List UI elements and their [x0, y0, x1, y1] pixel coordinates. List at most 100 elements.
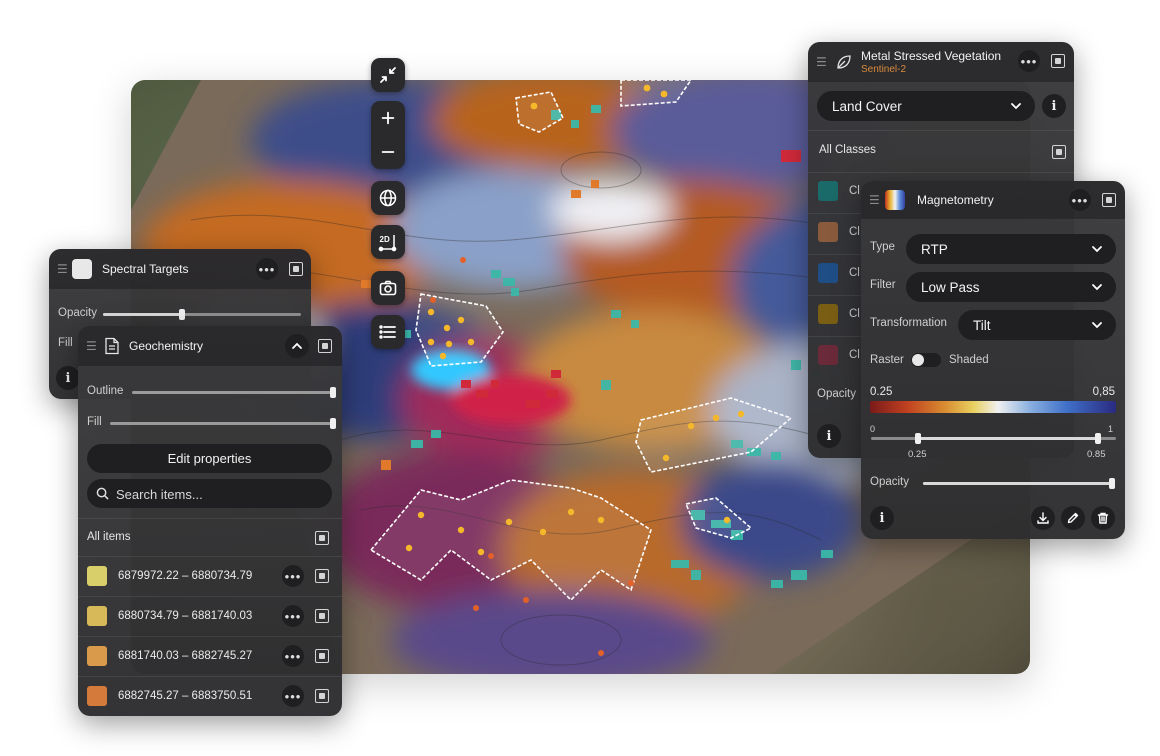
opacity-slider-thumb[interactable]	[1109, 478, 1115, 489]
class-item[interactable]: Cl	[808, 213, 868, 254]
leaf-icon	[837, 55, 851, 69]
land-cover-select[interactable]: Land Cover	[817, 91, 1035, 121]
layers-list-button[interactable]	[371, 315, 405, 349]
transformation-select[interactable]: Tilt	[958, 310, 1116, 340]
colormap-thumbnail	[885, 190, 905, 210]
fill-label: Fill	[58, 337, 73, 349]
panel-title: Magnetometry	[917, 193, 994, 207]
list-icon	[379, 325, 396, 339]
edit-properties-button[interactable]: Edit properties	[87, 444, 332, 473]
info-button[interactable]: i	[1042, 94, 1066, 118]
toggle-thumb	[912, 354, 924, 366]
list-item[interactable]: 6880734.79 – 6881740.03 •••	[78, 596, 342, 636]
class-color-swatch	[818, 181, 838, 201]
select-value: Low Pass	[921, 279, 980, 295]
visibility-checkbox[interactable]	[1102, 193, 1116, 207]
visibility-checkbox[interactable]	[289, 262, 303, 276]
range-slider-high-thumb[interactable]	[1095, 433, 1101, 444]
svg-text:2D: 2D	[380, 235, 390, 244]
search-icon	[96, 487, 109, 500]
class-label: Cl	[849, 308, 860, 320]
delete-button[interactable]	[1091, 506, 1115, 530]
type-select[interactable]: RTP	[906, 234, 1116, 264]
opacity-label: Opacity	[870, 476, 909, 488]
divider	[78, 518, 342, 519]
fill-slider-thumb[interactable]	[330, 418, 336, 429]
item-more-button[interactable]: •••	[282, 605, 304, 627]
item-more-button[interactable]: •••	[282, 645, 304, 667]
layer-thumbnail	[72, 259, 92, 279]
all-items-checkbox[interactable]	[315, 531, 329, 545]
zoom-out-button[interactable]	[371, 135, 405, 169]
download-button[interactable]	[1031, 506, 1055, 530]
type-label: Type	[870, 241, 895, 253]
chevron-down-icon	[1092, 322, 1102, 329]
drag-handle[interactable]: ☰	[816, 55, 832, 69]
panel-subtitle: Sentinel-2	[861, 64, 907, 75]
2d-icon: 2D	[378, 235, 397, 252]
item-checkbox[interactable]	[315, 649, 329, 663]
search-field[interactable]: Search items...	[87, 479, 332, 508]
range-slider-low-thumb[interactable]	[915, 433, 921, 444]
pencil-icon	[1067, 512, 1079, 524]
class-item[interactable]: Cl	[808, 172, 868, 213]
drag-handle[interactable]: ☰	[86, 339, 102, 353]
search-input[interactable]: Search items...	[116, 487, 203, 502]
opacity-slider-fill	[103, 313, 183, 316]
range-slider-fill	[918, 437, 1099, 440]
list-item[interactable]: 6882745.27 – 6883750.51 •••	[78, 676, 342, 716]
class-item[interactable]: Cl	[808, 254, 868, 295]
zoom-in-button[interactable]	[371, 101, 405, 135]
all-classes-label: All Classes	[819, 144, 876, 156]
opacity-label: Opacity	[58, 307, 97, 319]
info-button[interactable]: i	[56, 366, 80, 390]
fill-label: Fill	[87, 416, 102, 428]
opacity-slider-thumb[interactable]	[179, 309, 186, 320]
class-label: Cl	[849, 185, 860, 197]
info-button[interactable]: i	[870, 506, 894, 530]
select-value: RTP	[921, 241, 948, 257]
item-checkbox[interactable]	[315, 609, 329, 623]
panel-title: Metal Stressed Vegetation	[861, 49, 1002, 63]
edit-button[interactable]	[1061, 506, 1085, 530]
range-min-label: 0.25	[870, 386, 893, 398]
list-item[interactable]: 6881740.03 – 6882745.27 •••	[78, 636, 342, 676]
download-icon	[1037, 512, 1049, 524]
info-button[interactable]: i	[817, 424, 841, 448]
item-range-label: 6879972.22 – 6880734.79	[118, 570, 253, 582]
view-2d-button[interactable]: 2D	[371, 225, 405, 259]
more-options-button[interactable]: •••	[1069, 189, 1091, 211]
chevron-down-icon	[1011, 103, 1021, 110]
drag-handle[interactable]: ☰	[869, 193, 885, 207]
all-items-label: All items	[87, 531, 131, 543]
item-color-swatch	[87, 606, 107, 626]
item-more-button[interactable]: •••	[282, 565, 304, 587]
more-options-button[interactable]: •••	[256, 258, 278, 280]
collapse-panel-button[interactable]	[285, 334, 309, 358]
slider-high-value: 0.85	[1087, 449, 1106, 460]
item-color-swatch	[87, 646, 107, 666]
visibility-checkbox[interactable]	[318, 339, 332, 353]
camera-button[interactable]	[371, 271, 405, 305]
drag-handle[interactable]: ☰	[57, 262, 73, 276]
outline-slider-thumb[interactable]	[330, 387, 336, 398]
outline-slider[interactable]	[132, 391, 334, 394]
item-color-swatch	[87, 566, 107, 586]
globe-button[interactable]	[371, 181, 405, 215]
item-checkbox[interactable]	[315, 569, 329, 583]
plus-icon	[381, 111, 395, 125]
all-classes-checkbox[interactable]	[1052, 145, 1066, 159]
raster-shaded-toggle[interactable]	[911, 353, 941, 367]
item-range-label: 6882745.27 – 6883750.51	[118, 690, 253, 702]
visibility-checkbox[interactable]	[1051, 54, 1065, 68]
fill-slider[interactable]	[110, 422, 334, 425]
collapse-button[interactable]	[371, 58, 405, 92]
class-item[interactable]: Cl	[808, 295, 868, 336]
list-item[interactable]: 6879972.22 – 6880734.79 •••	[78, 556, 342, 596]
more-options-button[interactable]: •••	[1018, 50, 1040, 72]
collapse-arrows-icon	[380, 67, 396, 83]
class-item[interactable]: Cl	[808, 336, 868, 377]
item-more-button[interactable]: •••	[282, 685, 304, 707]
filter-select[interactable]: Low Pass	[906, 272, 1116, 302]
item-checkbox[interactable]	[315, 689, 329, 703]
